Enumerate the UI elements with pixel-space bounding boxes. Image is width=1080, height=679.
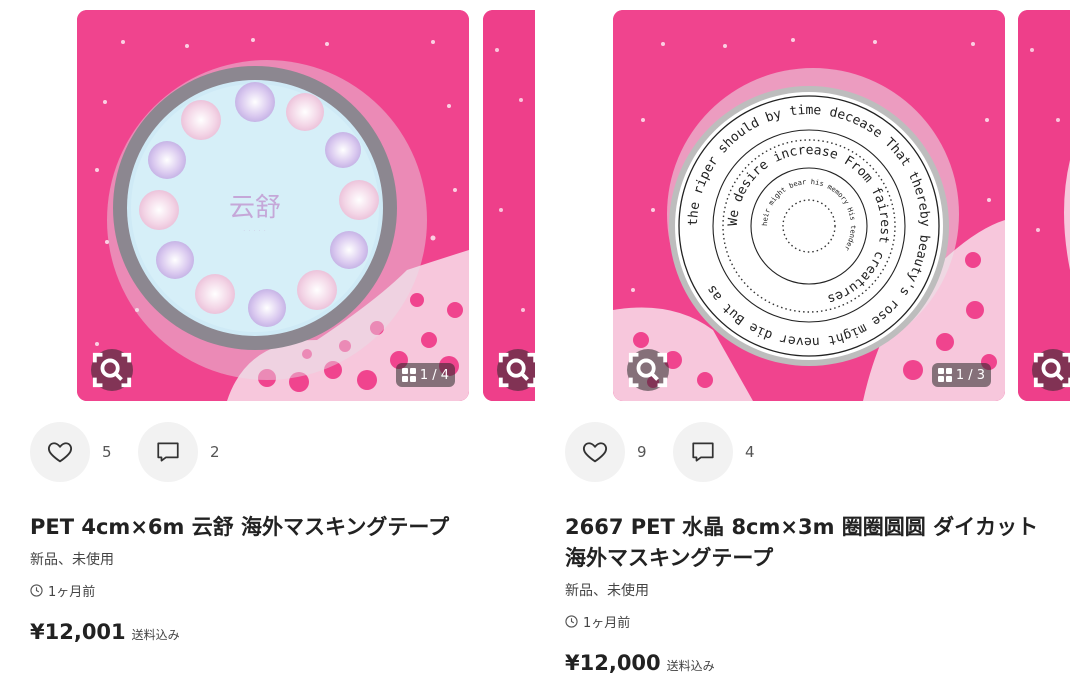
image-search-button[interactable] (497, 349, 535, 391)
comment-icon (692, 442, 714, 462)
price: ¥12,000 送料込み (565, 651, 715, 675)
shipping-note: 送料込み (131, 628, 180, 642)
action-row: 9 4 (565, 422, 781, 482)
product-photo-tape-text-rings: the riper should by time decease That th… (613, 10, 1005, 401)
clock-icon (30, 584, 43, 597)
product-title[interactable]: 2667 PET 水晶 8cm×3m 圈圈圆圆 ダイカット 海外マスキングテープ (565, 512, 1045, 574)
shipping-note: 送料込み (666, 659, 715, 673)
like-button[interactable] (30, 422, 90, 482)
posted-time: 1ヶ月前 (565, 612, 630, 631)
comment-icon (157, 442, 179, 462)
posted-time-label: 1ヶ月前 (583, 616, 631, 631)
image-search-icon (628, 352, 668, 388)
image-counter: 1 / 4 (419, 367, 449, 383)
image-search-button[interactable] (91, 349, 133, 391)
image-search-icon (1033, 352, 1070, 388)
price: ¥12,001 送料込み (30, 620, 180, 644)
posted-time: 1ヶ月前 (30, 581, 95, 600)
heart-icon (582, 442, 608, 463)
image-counter: 1 / 3 (955, 367, 985, 383)
product-photo-tape-floral: 云舒 · · · · · (77, 10, 469, 401)
listing-card-2[interactable]: the riper should by time decease That th… (540, 0, 1080, 679)
svg-text:· · · · ·: · · · · · (243, 228, 266, 234)
comment-count: 2 (210, 443, 220, 461)
product-image[interactable]: the riper should by time decease That th… (613, 10, 1005, 401)
product-photo-peek (1018, 10, 1070, 401)
grid-icon (937, 368, 952, 382)
price-value: ¥12,000 (565, 651, 661, 675)
item-condition: 新品、未使用 (30, 552, 114, 568)
item-condition: 新品、未使用 (565, 583, 649, 599)
comment-count: 4 (745, 443, 755, 461)
heart-icon (47, 442, 73, 463)
price-value: ¥12,001 (30, 620, 126, 644)
listing-card-1[interactable]: 云舒 · · · · · 1 / 4 5 2 PET 4cm×6m 云舒 海外マ… (0, 0, 540, 679)
image-search-icon (92, 352, 132, 388)
image-search-icon (498, 352, 535, 388)
image-search-button[interactable] (1032, 349, 1070, 391)
image-counter-badge: 1 / 4 (395, 363, 455, 387)
next-product-image-peek[interactable] (483, 10, 535, 401)
image-counter-badge: 1 / 3 (931, 363, 991, 387)
like-count: 9 (637, 443, 647, 461)
grid-icon (401, 368, 416, 382)
product-title[interactable]: PET 4cm×6m 云舒 海外マスキングテープ (30, 512, 510, 543)
product-image[interactable]: 云舒 · · · · · 1 / 4 (77, 10, 469, 401)
svg-text:云舒: 云舒 (229, 193, 281, 223)
like-count: 5 (102, 443, 112, 461)
comment-button[interactable] (673, 422, 733, 482)
clock-icon (565, 615, 578, 628)
like-button[interactable] (565, 422, 625, 482)
action-row: 5 2 (30, 422, 246, 482)
next-product-image-peek[interactable] (1018, 10, 1070, 401)
product-photo-peek (483, 10, 535, 401)
posted-time-label: 1ヶ月前 (48, 585, 96, 600)
image-search-button[interactable] (627, 349, 669, 391)
comment-button[interactable] (138, 422, 198, 482)
